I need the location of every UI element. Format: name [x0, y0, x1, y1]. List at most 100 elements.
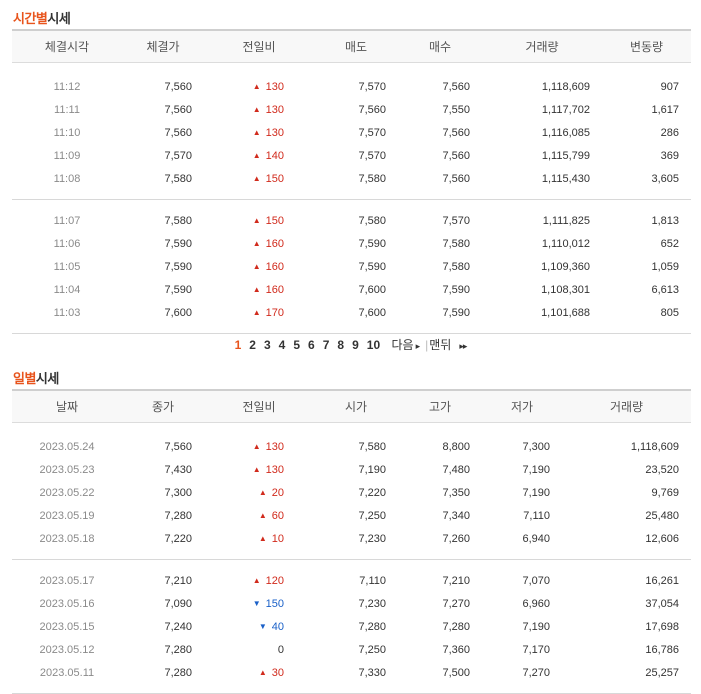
sell-cell: 7,580 — [358, 172, 386, 185]
page-link-4[interactable]: 4 — [279, 338, 286, 352]
page-link-3[interactable]: 3 — [264, 338, 271, 352]
low-cell: 7,170 — [522, 643, 550, 656]
row-spacer — [12, 550, 691, 560]
table-row: 2023.05.19 7,280 ▲ 60 7,250 7,340 7,110 25,480 — [12, 504, 691, 527]
change-cell: ▲ 130 — [204, 121, 314, 144]
open-cell: 7,110 — [359, 574, 386, 587]
price-cell: 7,590 — [164, 237, 192, 250]
high-cell: 7,480 — [442, 463, 470, 476]
double-chevron-right-icon: ▸▸ — [459, 341, 467, 351]
date-cell: 2023.05.22 — [39, 486, 95, 499]
page-link-5[interactable]: 5 — [293, 338, 300, 352]
col-header-buy: 매수 — [398, 29, 482, 63]
up-triangle-icon: ▲ — [258, 487, 267, 497]
page-link-9[interactable]: 9 — [352, 338, 359, 352]
low-cell: 7,300 — [522, 440, 550, 453]
col-header-volume: 거래량 — [562, 389, 691, 423]
page-link-6[interactable]: 6 — [308, 338, 315, 352]
price-cell: 7,580 — [164, 214, 192, 227]
volume-cell: 1,118,609 — [630, 440, 679, 453]
table-row: 11:08 7,580 ▲ 150 7,580 7,560 1,115,430 3,605 — [12, 167, 691, 190]
table-row: 11:06 7,590 ▲ 160 7,590 7,580 1,110,012 652 — [12, 232, 691, 255]
change-value: 60 — [271, 509, 284, 522]
sell-cell: 7,590 — [358, 237, 386, 250]
change-cell: ▲ 20 — [204, 481, 314, 504]
delta-cell: 3,605 — [651, 172, 679, 185]
change-value: 140 — [265, 149, 284, 162]
delta-cell: 286 — [660, 126, 679, 139]
time-cell: 11:09 — [53, 149, 81, 162]
col-header-open: 시가 — [314, 389, 398, 423]
up-triangle-icon: ▲ — [252, 238, 261, 248]
col-header-volume: 거래량 — [482, 29, 602, 63]
close-cell: 7,210 — [164, 574, 192, 587]
pager-separator: | — [425, 338, 429, 352]
sell-cell: 7,570 — [358, 80, 386, 93]
col-header-sell: 매도 — [314, 29, 398, 63]
buy-cell: 7,560 — [442, 172, 470, 185]
low-cell: 7,190 — [522, 463, 550, 476]
page-link-7[interactable]: 7 — [323, 338, 330, 352]
change-cell: ▲ 10 — [204, 527, 314, 550]
buy-cell: 7,590 — [442, 306, 470, 319]
volume-cell: 1,117,702 — [541, 103, 590, 116]
change-value: 130 — [265, 103, 284, 116]
delta-cell: 369 — [660, 149, 679, 162]
change-cell: ▲ 130 — [204, 435, 314, 458]
page-link-8[interactable]: 8 — [337, 338, 344, 352]
last-page-button[interactable]: 맨뒤 ▸▸ — [429, 336, 467, 353]
up-triangle-icon: ▲ — [252, 150, 261, 160]
high-cell: 7,260 — [442, 532, 470, 545]
col-header-change: 전일비 — [204, 389, 314, 423]
delta-cell: 6,613 — [651, 283, 679, 296]
date-cell: 2023.05.17 — [39, 574, 95, 587]
sell-cell: 7,600 — [358, 306, 386, 319]
price-cell: 7,560 — [164, 103, 192, 116]
volume-cell: 23,520 — [645, 463, 679, 476]
up-triangle-icon: ▲ — [252, 261, 261, 271]
sell-cell: 7,580 — [358, 214, 386, 227]
delta-cell: 1,813 — [651, 214, 679, 227]
up-triangle-icon: ▲ — [252, 104, 261, 114]
change-value: 160 — [265, 260, 284, 273]
col-header-time: 체결시각 — [12, 29, 122, 63]
page-link-10[interactable]: 10 — [367, 338, 380, 352]
open-cell: 7,250 — [358, 509, 386, 522]
daily-price-table: 날짜 종가 전일비 시가 고가 저가 거래량 2023.05.24 7,560 ▲ 1… — [12, 389, 691, 694]
date-cell: 2023.05.24 — [39, 440, 95, 453]
price-cell: 7,580 — [164, 172, 192, 185]
table-row: 2023.05.17 7,210 ▲ 120 7,110 7,210 7,070 16,261 — [12, 569, 691, 592]
up-triangle-icon: ▲ — [252, 441, 261, 451]
col-header-price: 체결가 — [122, 29, 204, 63]
buy-cell: 7,570 — [442, 214, 470, 227]
up-triangle-icon: ▲ — [252, 307, 261, 317]
hourly-header-row: 체결시각 체결가 전일비 매도 매수 거래량 변동량 — [12, 29, 691, 63]
change-cell: ▲ 130 — [204, 98, 314, 121]
col-header-high: 고가 — [398, 389, 482, 423]
sell-cell: 7,570 — [358, 126, 386, 139]
close-cell: 7,240 — [164, 620, 192, 633]
up-triangle-icon: ▲ — [258, 667, 267, 677]
col-header-date: 날짜 — [12, 389, 122, 423]
low-cell: 7,270 — [522, 666, 550, 679]
next-page-button[interactable]: 다음 ▸ — [392, 336, 421, 353]
date-cell: 2023.05.11 — [39, 666, 95, 679]
buy-cell: 7,560 — [442, 126, 470, 139]
open-cell: 7,220 — [358, 486, 386, 499]
table-row: 11:10 7,560 ▲ 130 7,570 7,560 1,116,085 286 — [12, 121, 691, 144]
open-cell: 7,250 — [358, 643, 386, 656]
change-value: 150 — [265, 597, 284, 610]
row-spacer — [12, 200, 691, 210]
table-row: 11:11 7,560 ▲ 130 7,560 7,550 1,117,702 1,617 — [12, 98, 691, 121]
volume-cell: 1,118,609 — [541, 80, 590, 93]
change-value: 130 — [265, 440, 284, 453]
buy-cell: 7,550 — [442, 103, 470, 116]
time-cell: 11:12 — [53, 80, 81, 93]
change-cell: ▲ 150 — [204, 167, 314, 190]
col-header-delta: 변동량 — [602, 29, 691, 63]
page-link-1[interactable]: 1 — [235, 338, 242, 352]
close-cell: 7,280 — [164, 509, 192, 522]
page-link-2[interactable]: 2 — [249, 338, 256, 352]
spacer-cell — [12, 423, 691, 436]
sell-cell: 7,560 — [358, 103, 386, 116]
